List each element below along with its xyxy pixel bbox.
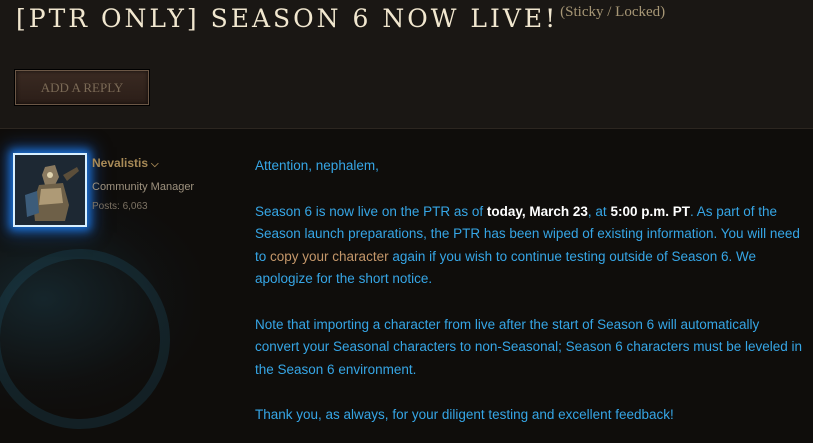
author-role: Community Manager <box>92 181 195 193</box>
p1-text-a: Season 6 is now live on the PTR as of <box>255 203 487 219</box>
p1-text-b: , at <box>587 203 611 219</box>
crusader-portrait-icon <box>15 155 85 225</box>
author-post-count: Posts: 6,063 <box>92 201 148 212</box>
thread-status: (Sticky / Locked) <box>560 4 666 20</box>
forum-post: Nevalistis ⌵ Community Manager Posts: 6,0… <box>0 128 813 443</box>
post-paragraph-2: Note that importing a character from liv… <box>255 316 803 377</box>
add-reply-button[interactable]: ADD A REPLY <box>15 70 149 105</box>
post-greeting: Attention, nephalem, <box>255 158 379 173</box>
post-paragraph-3: Thank you, as always, for your diligent … <box>255 407 674 422</box>
post-paragraph-1: Season 6 is now live on the PTR as of to… <box>255 201 807 291</box>
author-name[interactable]: Nevalistis ⌵ <box>92 156 159 170</box>
thread-header: [PTR Only] Season 6 Now Live! (Sticky / L… <box>0 0 813 128</box>
avatar[interactable] <box>13 153 87 227</box>
thread-title: [PTR Only] Season 6 Now Live! <box>16 4 559 33</box>
chevron-down-icon[interactable]: ⌵ <box>151 159 159 170</box>
copy-character-link[interactable]: copy your character <box>270 249 389 264</box>
author-name-text: Nevalistis <box>92 156 149 170</box>
p1-date: today, March 23 <box>486 203 588 219</box>
thread-title-row: [PTR Only] Season 6 Now Live! (Sticky / L… <box>16 4 665 33</box>
post-body: Attention, nephalem, Season 6 is now liv… <box>255 155 807 443</box>
p1-time: 5:00 p.m. PT <box>610 203 690 219</box>
